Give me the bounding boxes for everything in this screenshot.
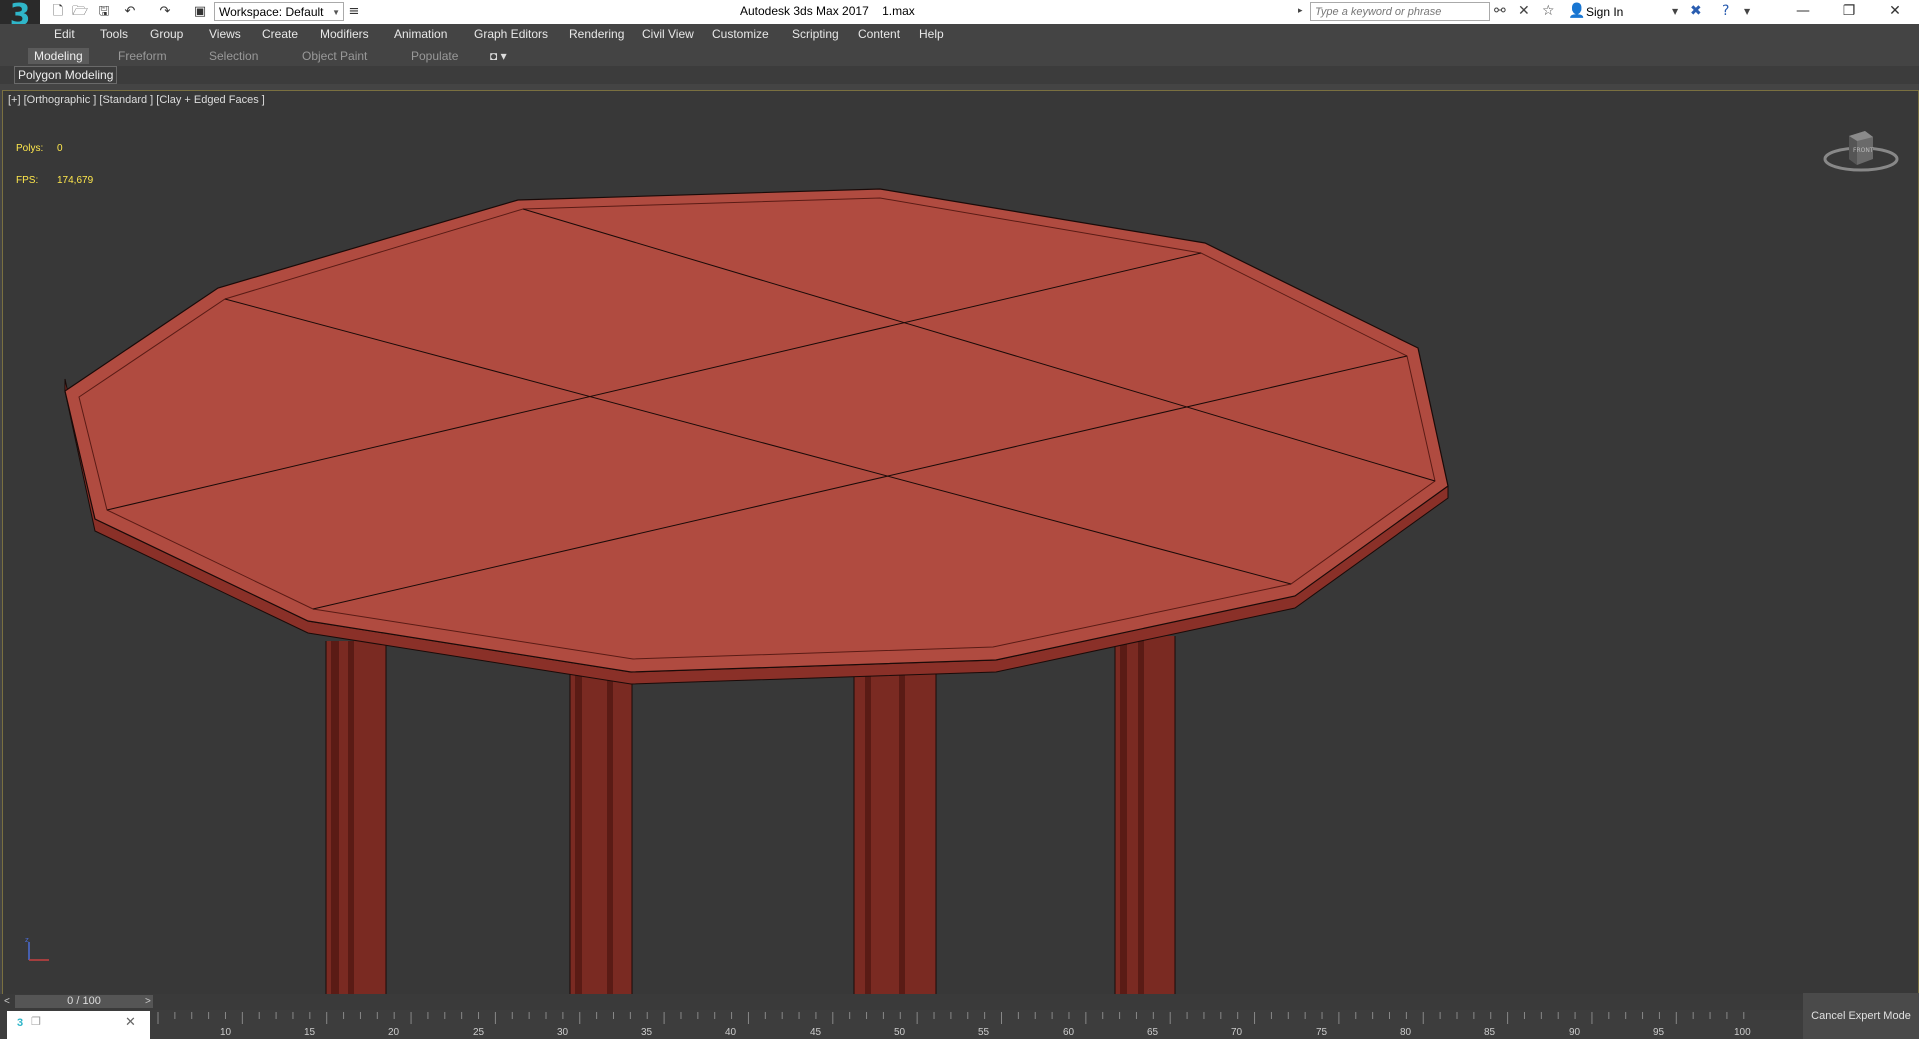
viewport-label[interactable]: [+] [Orthographic ] [Standard ] [Clay + … [8, 94, 265, 106]
tick-label: 45 [810, 1027, 822, 1038]
expand-search-icon[interactable]: ▸ [1298, 2, 1303, 21]
tick-label: 95 [1653, 1027, 1665, 1038]
workspace-dropdown[interactable]: Workspace: Default ▼ [214, 2, 344, 21]
time-slider-bar: < 0 / 100 > [0, 994, 1919, 1010]
tabletop [64, 188, 1449, 673]
user-icon[interactable]: 👤 [1568, 2, 1585, 21]
title-bar: 3 🗋 🗁 🖫 ↶ ↷ ▣ Workspace: Default ▼ ≡ Auto… [0, 0, 1919, 40]
menu-graph-editors[interactable]: Graph Editors [474, 27, 548, 41]
ribbon-options-icon[interactable]: ◘ ▾ [484, 48, 513, 64]
mini-listener[interactable]: 3 ❐ ✕ [7, 1011, 150, 1039]
help-icon[interactable]: ? [1722, 2, 1729, 21]
close-icon[interactable]: ✕ [125, 1014, 136, 1030]
tick-label: 55 [978, 1027, 990, 1038]
menu-bar: Edit Tools Group Views Create Modifiers … [0, 24, 1919, 47]
menu-animation[interactable]: Animation [394, 27, 447, 41]
menu-civil-view[interactable]: Civil View [642, 27, 694, 41]
menu-modifiers[interactable]: Modifiers [320, 27, 369, 41]
tick-label: 70 [1231, 1027, 1243, 1038]
tick-label: 15 [304, 1027, 316, 1038]
tools-icon[interactable]: ✕ [1518, 2, 1530, 21]
prev-frame-icon[interactable]: < [4, 994, 10, 1010]
menu-edit[interactable]: Edit [54, 27, 75, 41]
new-file-icon[interactable]: 🗋 [48, 2, 68, 21]
app-name: Autodesk 3ds Max 2017 [740, 4, 869, 18]
window-icon[interactable]: ❐ [31, 1015, 41, 1028]
menu-tools[interactable]: Tools [100, 27, 128, 41]
next-frame-icon[interactable]: > [145, 994, 151, 1010]
chevron-down-icon[interactable]: ▼ [1744, 2, 1750, 21]
tick-label: 85 [1484, 1027, 1496, 1038]
tick-label: 60 [1063, 1027, 1075, 1038]
svg-text:z: z [25, 936, 29, 944]
time-slider[interactable]: 0 / 100 [15, 995, 153, 1008]
tick-label: 25 [473, 1027, 485, 1038]
track-ticks [157, 1012, 1745, 1024]
maxscript-icon[interactable]: 3 [17, 1017, 23, 1029]
track-bar[interactable]: 10 15 20 25 30 35 40 45 50 55 60 65 70 7… [0, 1010, 1919, 1039]
open-file-icon[interactable]: 🗁 [70, 2, 90, 21]
tick-label: 75 [1316, 1027, 1328, 1038]
viewport[interactable]: [+] [Orthographic ] [Standard ] [Clay + … [2, 90, 1919, 995]
ribbon-panel: Polygon Modeling [0, 66, 1919, 84]
tab-object-paint[interactable]: Object Paint [296, 48, 373, 64]
cancel-expert-mode-button[interactable]: Cancel Expert Mode [1803, 993, 1919, 1039]
minimize-icon[interactable]: — [1780, 0, 1826, 24]
menu-customize[interactable]: Customize [712, 27, 769, 41]
search-binoculars-icon[interactable]: ⚯ [1494, 2, 1506, 21]
tick-label: 10 [220, 1027, 232, 1038]
polys-value: 0 [57, 143, 63, 154]
chevron-down-icon[interactable]: ▼ [1672, 2, 1678, 21]
undo-icon[interactable]: ↶ [120, 2, 140, 21]
tick-label: 65 [1147, 1027, 1159, 1038]
menu-create[interactable]: Create [262, 27, 298, 41]
ribbon: Modeling Freeform Selection Object Paint… [0, 46, 1919, 66]
app-title: Autodesk 3ds Max 2017 1.max [740, 4, 915, 18]
table-model[interactable] [3, 91, 1918, 994]
save-icon[interactable]: 🖫 [94, 2, 114, 21]
file-name: 1.max [882, 4, 915, 18]
viewcube-icon[interactable]: FRONT [1821, 121, 1901, 181]
menu-help[interactable]: Help [919, 27, 944, 41]
search-input[interactable]: Type a keyword or phrase [1310, 2, 1490, 21]
tick-label: 100 [1734, 1027, 1751, 1038]
redo-icon[interactable]: ↷ [155, 2, 175, 21]
polygon-modeling-panel[interactable]: Polygon Modeling [14, 66, 118, 84]
project-icon[interactable]: ▣ [190, 2, 210, 21]
menu-views[interactable]: Views [209, 27, 241, 41]
star-icon[interactable]: ☆ [1542, 2, 1555, 21]
tick-label: 50 [894, 1027, 906, 1038]
tab-selection[interactable]: Selection [203, 48, 264, 64]
menu-content[interactable]: Content [858, 27, 900, 41]
fps-value: 174,679 [57, 175, 94, 186]
polys-label: Polys: [16, 143, 44, 154]
tab-modeling[interactable]: Modeling [28, 48, 89, 64]
tick-label: 40 [725, 1027, 737, 1038]
axis-tripod-icon: z [25, 936, 49, 961]
sign-in-button[interactable]: Sign In [1586, 5, 1623, 19]
tick-label: 20 [388, 1027, 400, 1038]
tick-label: 30 [557, 1027, 569, 1038]
customize-toolbar-icon[interactable]: ≡ [344, 2, 364, 21]
tick-label: 80 [1400, 1027, 1412, 1038]
table-legs [325, 636, 1176, 994]
viewcube-face-label: FRONT [1853, 147, 1874, 154]
workspace-label: Workspace: Default [219, 5, 324, 19]
close-icon[interactable]: ✕ [1872, 0, 1918, 24]
exchange-icon[interactable]: ✖ [1690, 2, 1702, 21]
menu-rendering[interactable]: Rendering [569, 27, 624, 41]
menu-scripting[interactable]: Scripting [792, 27, 839, 41]
chevron-down-icon: ▼ [332, 8, 340, 17]
menu-group[interactable]: Group [150, 27, 183, 41]
tick-label: 90 [1569, 1027, 1581, 1038]
tick-label: 35 [641, 1027, 653, 1038]
tab-freeform[interactable]: Freeform [112, 48, 173, 64]
restore-icon[interactable]: ❐ [1826, 0, 1872, 24]
tab-populate[interactable]: Populate [405, 48, 464, 64]
fps-label: FPS: [16, 175, 39, 186]
